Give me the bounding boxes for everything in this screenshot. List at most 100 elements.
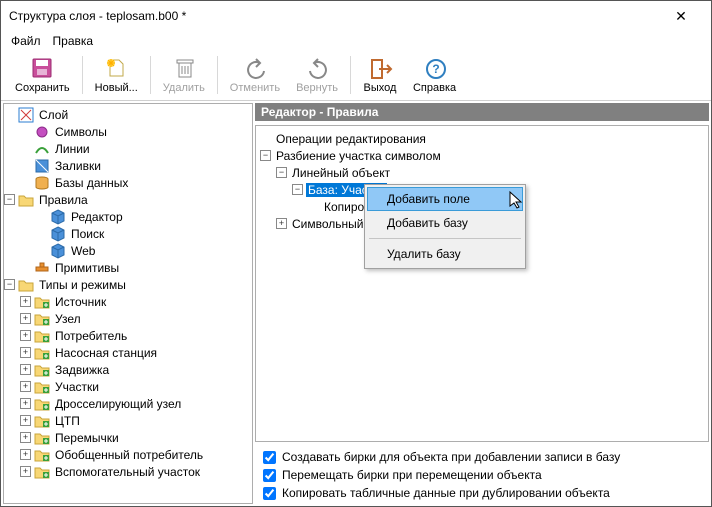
tree-item-label: Задвижка [53,363,111,377]
tree-type-item[interactable]: +Дросселирующий узел [4,395,252,412]
i-fplus-icon [34,447,50,463]
ctx-add-base-label: Добавить базу [387,216,468,230]
tree-primitives[interactable]: Примитивы [4,259,252,276]
save-button[interactable]: Сохранить [7,54,78,96]
tree-symbols[interactable]: Символы [4,123,252,140]
editor-tree-panel[interactable]: Операции редактирования−Разбиение участк… [255,125,709,442]
menu-file[interactable]: Файл [11,34,41,48]
tree-type-item[interactable]: +Вспомогательный участок [4,463,252,480]
i-fplus-icon [34,379,50,395]
tree-type-item[interactable]: + Обобщенный потребитель [4,446,252,463]
tree-types[interactable]: −Типы и режимы [4,276,252,293]
left-tree-panel[interactable]: СлойСимволы ЛинииЗаливки Базы данных − Прави… [3,103,253,504]
tree-type-item[interactable]: + Задвижка [4,361,252,378]
check-copy-data-box[interactable] [263,487,276,500]
check-move-tags-box[interactable] [263,469,276,482]
tree-item-label: Насосная станция [53,346,159,360]
editor-header: Редактор - Правила [255,103,709,121]
check-create-tags-box[interactable] [263,451,276,464]
left-tree: СлойСимволы ЛинииЗаливки Базы данных − Прави… [4,104,252,482]
tree-type-item[interactable]: +Перемычки [4,429,252,446]
i-fplus-icon [34,430,50,446]
expander-icon[interactable]: + [20,449,31,460]
tree-item-label: Разбиение участка символом [274,149,443,163]
i-fplus-icon [34,464,50,480]
expander-icon[interactable]: + [276,218,287,229]
tree-split[interactable]: −Разбиение участка символом [260,147,704,164]
expander-icon[interactable]: + [20,313,31,324]
titlebar: Структура слоя - teplosam.b00 * ✕ [1,1,711,31]
expander-icon[interactable]: + [20,364,31,375]
tree-item-label: Обобщенный потребитель [53,448,205,462]
tree-item-label: Линейный объект [290,166,392,180]
tree-item-label: Линии [53,142,92,156]
i-circle-icon [34,124,50,140]
check-move-tags-label: Перемещать бирки при перемещении объекта [282,468,542,482]
expander-icon[interactable]: + [20,296,31,307]
delete-button[interactable]: Удалить [155,54,213,96]
expander-icon[interactable]: − [260,150,271,161]
help-button[interactable]: Справка [405,54,464,96]
tree-type-item[interactable]: +Потребитель [4,327,252,344]
i-line-icon [34,141,50,157]
i-fplus-icon [34,362,50,378]
expander-icon[interactable]: − [4,279,15,290]
new-button[interactable]: Новый... [87,54,146,96]
ctx-add-base[interactable]: Добавить базу [367,211,523,235]
expander-icon[interactable]: + [20,415,31,426]
i-cube-icon [50,209,66,225]
expander-icon[interactable]: − [4,194,15,205]
save-label: Сохранить [15,82,70,94]
i-fplus-icon [34,396,50,412]
tree-ops[interactable]: Операции редактирования [260,130,704,147]
tree-type-item[interactable]: + Источник [4,293,252,310]
tree-databases[interactable]: Базы данных [4,174,252,191]
i-fplus-icon [34,311,50,327]
check-move-tags[interactable]: Перемещать бирки при перемещении объекта [263,468,701,482]
tree-type-item[interactable]: + Участки [4,378,252,395]
check-copy-data-label: Копировать табличные данные при дублиров… [282,486,610,500]
expander-icon[interactable]: + [20,432,31,443]
exit-button[interactable]: Выход [355,54,405,96]
undo-button[interactable]: Отменить [222,54,288,96]
delete-label: Удалить [163,82,205,94]
tree-type-item[interactable]: + Насосная станция [4,344,252,361]
tree-item-label: ЦТП [53,414,82,428]
undo-icon [243,56,267,80]
new-label: Новый... [95,82,138,94]
tree-editor[interactable]: Редактор [4,208,252,225]
tree-rules[interactable]: − Правила [4,191,252,208]
i-folder-icon [18,192,34,208]
tree-linear[interactable]: −Линейный объект [260,164,704,181]
tree-type-item[interactable]: + Узел [4,310,252,327]
redo-button[interactable]: Вернуть [288,54,346,96]
menu-edit[interactable]: Правка [53,34,94,48]
expander-icon[interactable]: + [20,381,31,392]
ctx-add-field[interactable]: Добавить поле [367,187,523,211]
tree-item-label: Операции редактирования [274,132,428,146]
i-fill-icon [34,158,50,174]
tree-search[interactable]: Поиск [4,225,252,242]
expander-icon[interactable]: + [20,398,31,409]
expander-icon[interactable]: + [20,347,31,358]
tree-root[interactable]: Слой [4,106,252,123]
tree-item-label: Базы данных [53,176,130,190]
tree-item-label: Правила [37,193,90,207]
close-icon[interactable]: ✕ [659,8,703,25]
expander-icon[interactable]: + [20,466,31,477]
tree-lines[interactable]: Линии [4,140,252,157]
tree-web[interactable]: Web [4,242,252,259]
expander-icon[interactable]: + [20,330,31,341]
tree-item-label: Узел [53,312,83,326]
expander-icon[interactable]: − [292,184,303,195]
ctx-delete-base[interactable]: Удалить базу [367,242,523,266]
expander-icon[interactable]: − [276,167,287,178]
tree-type-item[interactable]: + ЦТП [4,412,252,429]
check-create-tags[interactable]: Создавать бирки для объекта при добавлен… [263,450,701,464]
tree-fills[interactable]: Заливки [4,157,252,174]
check-copy-data[interactable]: Копировать табличные данные при дублиров… [263,486,701,500]
window: Структура слоя - teplosam.b00 * ✕ Файл П… [0,0,712,507]
tree-item-label: Участки [53,380,101,394]
menubar: Файл Правка [1,31,711,51]
tree-item-label: Источник [53,295,108,309]
